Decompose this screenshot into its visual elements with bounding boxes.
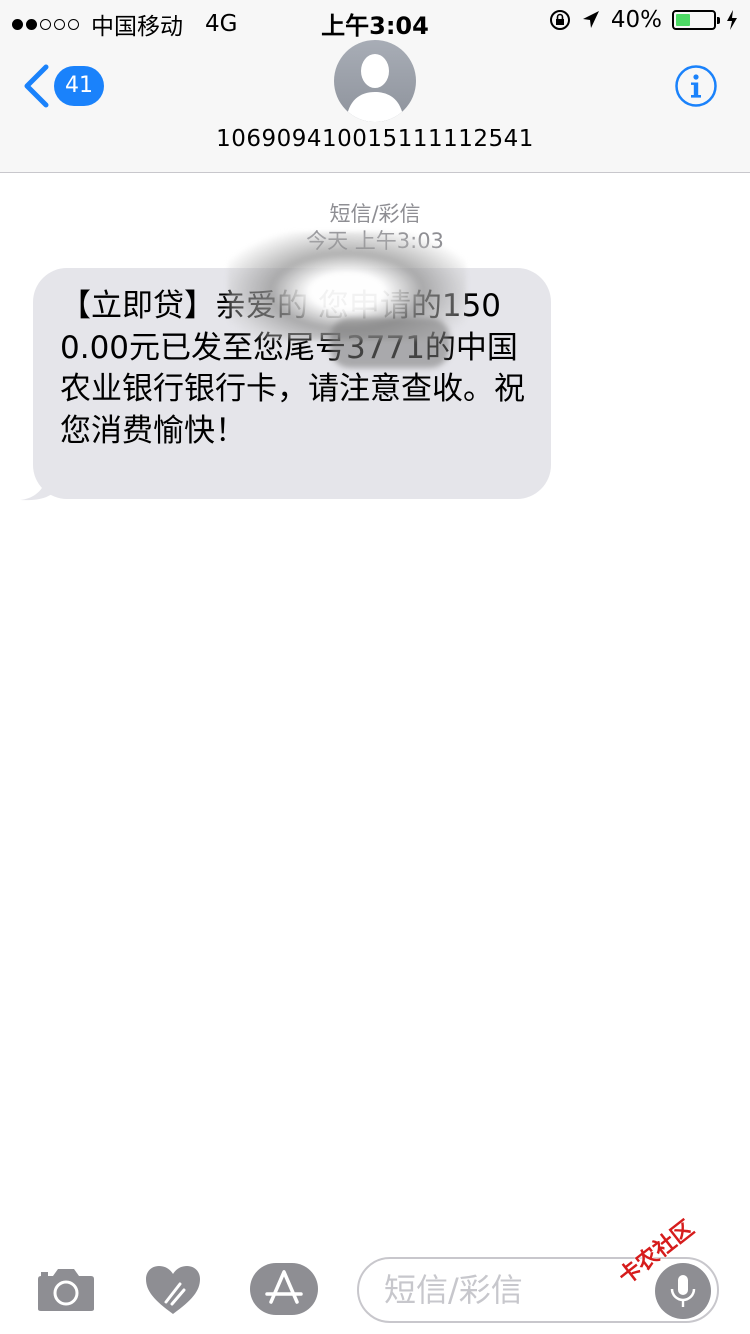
redaction-mark: [330, 318, 450, 368]
battery-percent: 40%: [610, 7, 662, 33]
info-icon[interactable]: [674, 64, 718, 108]
conversation-header: 41 106909410015111112541: [0, 40, 750, 173]
contact-number[interactable]: 106909410015111112541: [0, 126, 750, 152]
person-silhouette-icon: [346, 54, 404, 122]
unread-count-badge: 41: [54, 66, 104, 106]
contact-avatar[interactable]: [334, 40, 416, 122]
charging-bolt-icon: [727, 10, 737, 30]
camera-icon[interactable]: [37, 1266, 95, 1312]
location-arrow-icon: [582, 11, 599, 28]
status-bar: 中国移动 4G 上午3:04 40%: [0, 0, 750, 40]
message-type-label: 短信/彩信: [329, 202, 421, 226]
chevron-left-icon: [24, 64, 49, 108]
app-store-icon[interactable]: [249, 1262, 319, 1316]
back-button[interactable]: 41: [22, 64, 104, 108]
lock-rotation-icon: [549, 10, 570, 30]
battery-icon: [672, 10, 720, 30]
status-right: 40%: [549, 7, 738, 33]
digital-touch-icon[interactable]: [144, 1264, 202, 1316]
